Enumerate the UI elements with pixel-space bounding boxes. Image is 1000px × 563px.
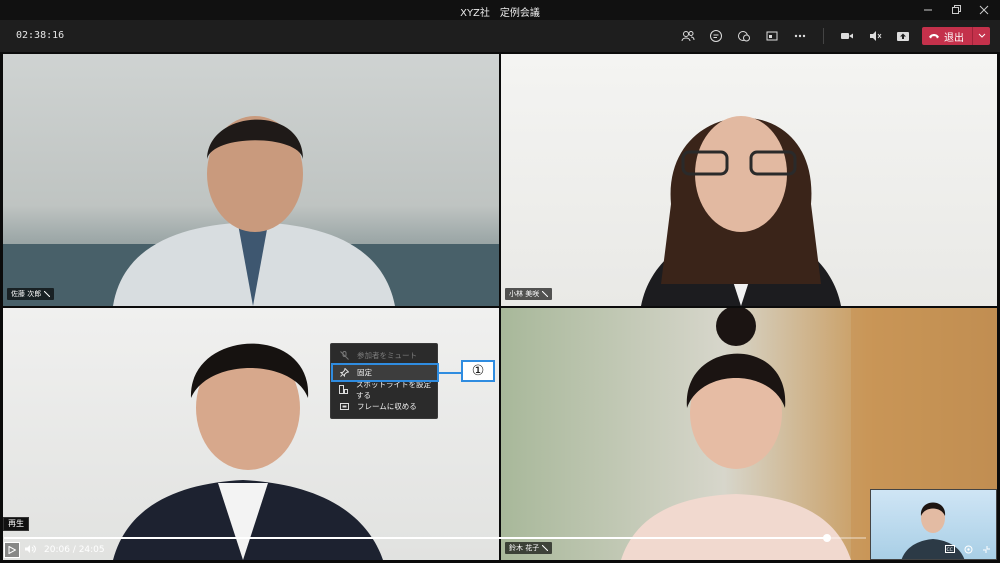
volume-icon <box>25 545 36 553</box>
video-tile-1[interactable]: 佐藤 次郎 <box>3 54 499 306</box>
progress-fill <box>4 537 828 539</box>
mic-off-icon <box>542 291 549 297</box>
participant-video-2 <box>641 116 841 306</box>
play-tooltip: 再生 <box>3 517 29 531</box>
leave-button[interactable]: 退出 <box>922 27 972 45</box>
toolbar-divider <box>823 28 824 44</box>
people-icon <box>681 31 695 42</box>
menu-item-mute-participant: 参加者をミュート <box>331 347 437 364</box>
participant-video-1 <box>3 116 499 306</box>
share-screen-button[interactable] <box>763 27 781 45</box>
meeting-toolbar: 02:38:16 退出 <box>0 20 1000 52</box>
reactions-button[interactable] <box>735 27 753 45</box>
camera-icon <box>841 33 853 39</box>
title-bar: XYZ社 定例会議 <box>0 0 1000 20</box>
play-icon <box>8 546 16 554</box>
leave-options-button[interactable] <box>972 27 990 45</box>
restore-button[interactable] <box>948 2 964 18</box>
annotation-highlight <box>331 363 439 382</box>
video-tile-2[interactable]: 小林 美咲 <box>501 54 997 306</box>
annotation-marker: ① <box>461 360 495 382</box>
minimize-button[interactable] <box>920 2 936 18</box>
fit-frame-icon <box>339 402 349 412</box>
self-view-controls: CC <box>944 543 992 555</box>
captions-icon: CC <box>945 545 955 553</box>
mic-off-icon <box>339 351 349 361</box>
meeting-timer: 02:38:16 <box>16 30 65 41</box>
menu-item-fit-to-frame[interactable]: フレームに収める <box>331 398 437 415</box>
phone-hangup-icon <box>929 34 939 39</box>
upload-share-icon <box>897 32 909 41</box>
volume-button[interactable] <box>24 544 36 554</box>
gear-icon <box>964 545 972 553</box>
chevron-down-icon <box>978 33 985 38</box>
more-icon <box>794 34 806 38</box>
restore-icon <box>952 5 961 14</box>
playback-time: 20:06 / 24:05 <box>44 545 105 555</box>
spotlight-icon <box>339 385 348 395</box>
participant-name: 小林 美咲 <box>509 290 540 298</box>
leave-label: 退出 <box>944 32 964 44</box>
speaker-muted-icon <box>870 31 882 41</box>
menu-item-label: 参加者をミュート <box>357 351 417 360</box>
mic-off-icon <box>44 291 51 297</box>
chat-icon <box>710 30 722 42</box>
reaction-icon <box>738 31 750 42</box>
toolbar-actions: 退出 <box>679 26 990 46</box>
minimize-icon <box>924 9 932 11</box>
share-tray-button[interactable] <box>894 27 912 45</box>
menu-item-label: フレームに収める <box>357 402 417 411</box>
participant-name-tag: 小林 美咲 <box>505 288 553 300</box>
collapse-icon <box>982 545 990 553</box>
play-button[interactable] <box>4 542 20 558</box>
settings-button[interactable] <box>962 543 974 555</box>
annotation-connector <box>439 372 461 374</box>
svg-text:CC: CC <box>947 547 953 553</box>
menu-item-spotlight[interactable]: スポットライトを設定する <box>331 380 437 400</box>
more-options-button[interactable] <box>791 27 809 45</box>
participant-name: 佐藤 次郎 <box>11 290 42 298</box>
participants-button[interactable] <box>679 27 697 45</box>
chat-button[interactable] <box>707 27 725 45</box>
progress-bar[interactable] <box>4 534 866 542</box>
participant-name-tag: 佐藤 次郎 <box>7 288 55 300</box>
camera-button[interactable] <box>838 27 856 45</box>
window-title: XYZ社 定例会議 <box>460 8 540 19</box>
close-window-button[interactable] <box>976 2 992 18</box>
self-view[interactable]: CC <box>870 489 997 560</box>
video-player-controls: 20:06 / 24:05 <box>0 534 870 563</box>
minimize-self-view-button[interactable] <box>980 543 992 555</box>
window-controls <box>920 2 992 18</box>
progress-handle[interactable] <box>823 534 832 542</box>
close-icon <box>979 5 989 15</box>
mute-button[interactable] <box>866 27 884 45</box>
captions-button[interactable]: CC <box>944 543 956 555</box>
leave-button-group: 退出 <box>922 27 990 45</box>
share-screen-icon <box>766 31 778 41</box>
